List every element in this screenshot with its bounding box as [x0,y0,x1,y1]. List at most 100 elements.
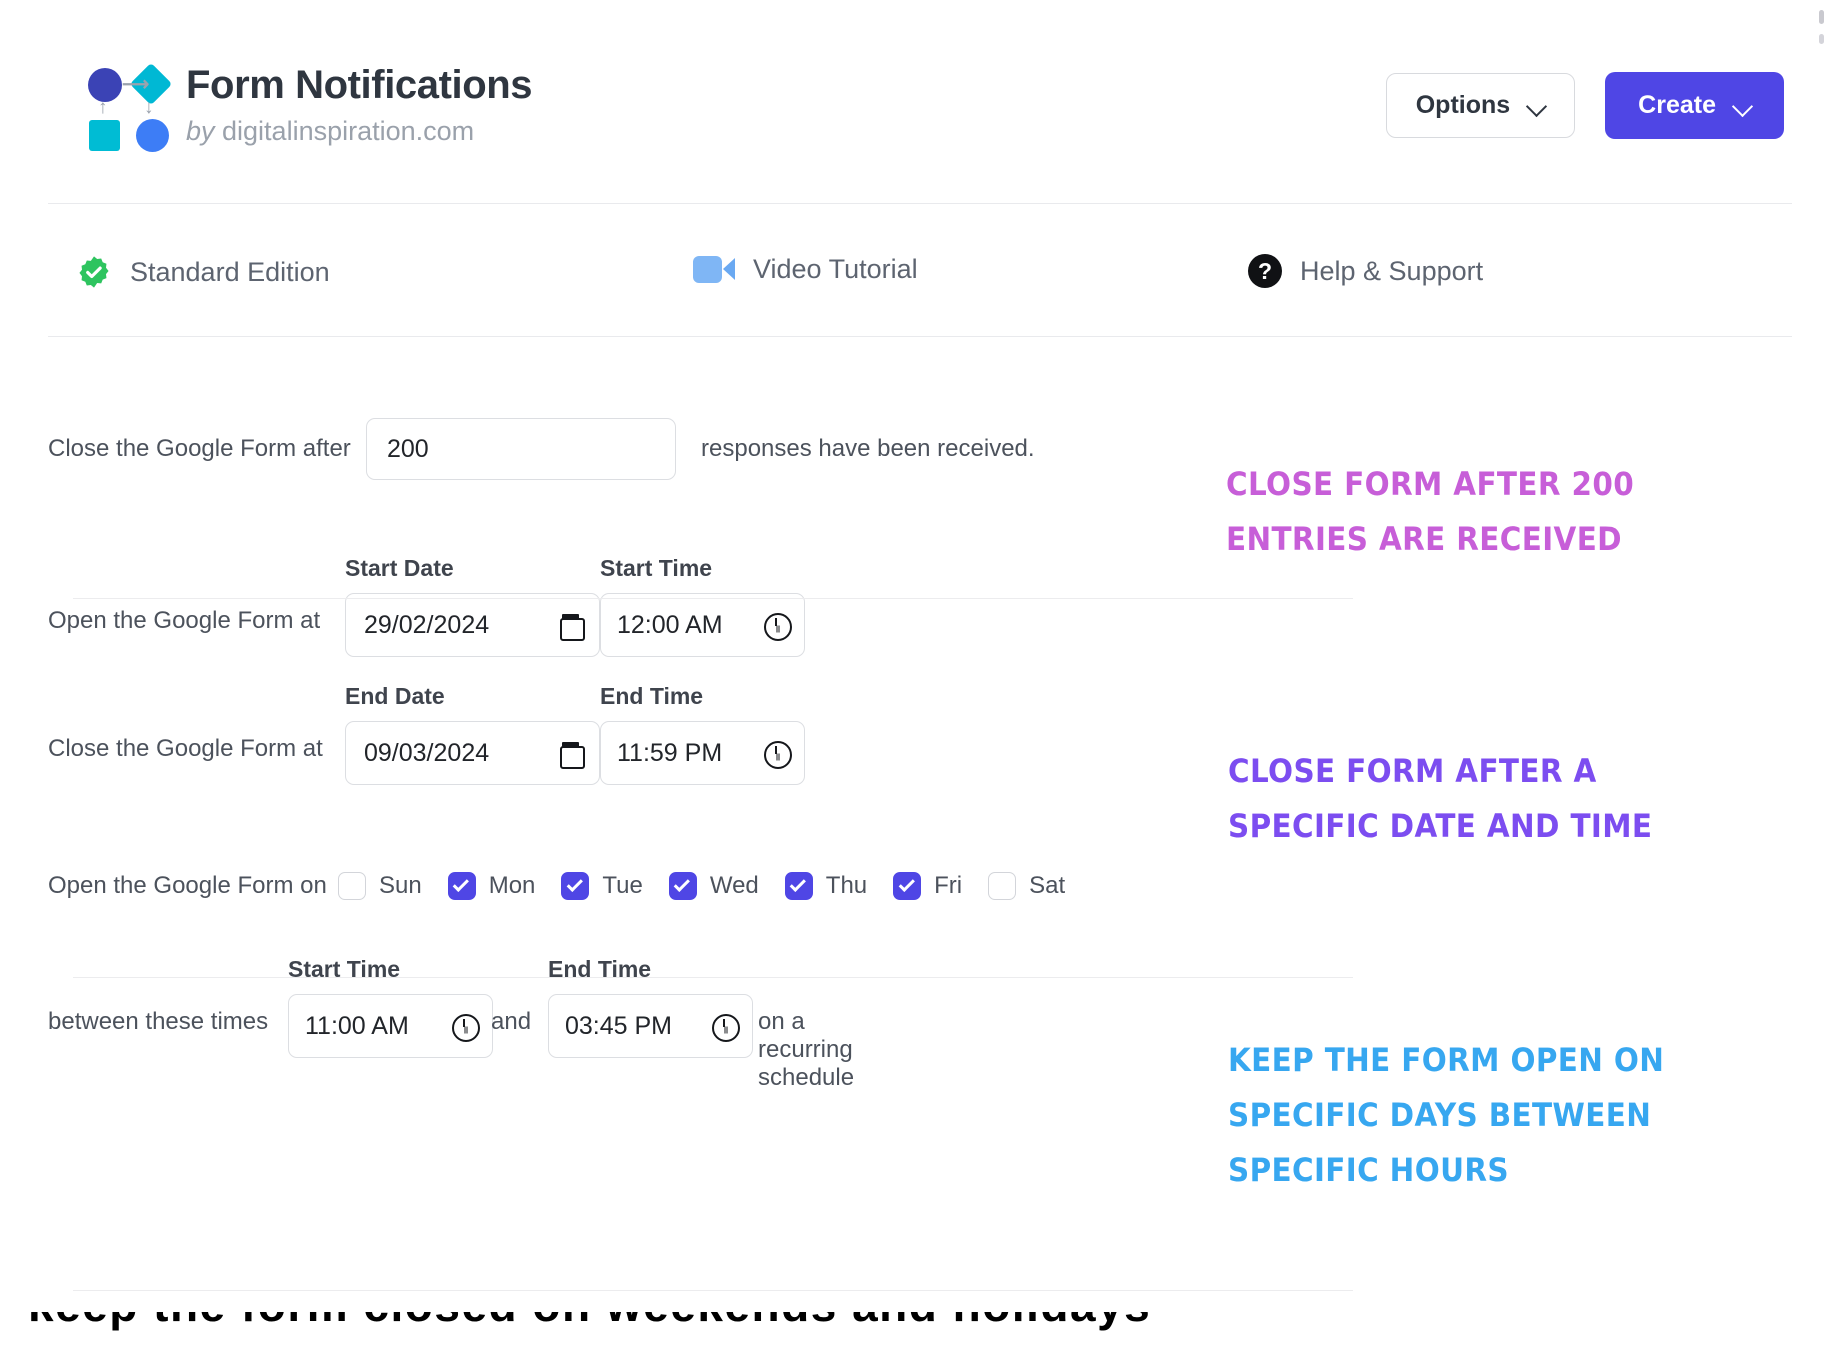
end-date-group: End Date 09/03/2024 [345,683,600,785]
section-divider-3 [73,1290,1353,1291]
recurring-start-label: Start Time [288,956,401,982]
end-date-input[interactable]: 09/03/2024 [345,721,600,785]
start-date-value: 29/02/2024 [364,610,490,639]
clock-icon[interactable] [712,1014,740,1042]
end-time-value: 11:59 PM [617,738,723,767]
recurring-end-value: 03:45 PM [565,1011,673,1040]
recurring-end-group: End Time 03:45 PM [548,956,753,1058]
brand-block: ⟶ ↑ ↓ Form Notifications by digitalinspi… [84,60,533,152]
clock-icon[interactable] [764,613,792,641]
response-limit-label-before: Close the Google Form after [48,435,351,462]
response-limit-row: Close the Google Form after 200 response… [48,418,1035,480]
section-divider-2 [73,977,1353,978]
open-at-label: Open the Google Form at [48,607,321,634]
weekday-sat-label: Sat [1029,872,1066,899]
weekday-fri[interactable]: Fri [893,872,962,900]
clock-icon[interactable] [452,1014,480,1042]
weekday-sat-checkbox[interactable] [988,872,1017,900]
start-time-input[interactable]: 12:00 AM [600,593,805,657]
start-date-label: Start Date [345,555,454,581]
arrow-up-icon: ↑ [98,97,108,118]
nav-item-standard-edition[interactable]: Standard Edition [76,254,330,290]
weekday-wed-checkbox[interactable] [668,872,697,900]
calendar-icon[interactable] [560,741,585,769]
end-date-label: End Date [345,683,445,709]
close-at-label: Close the Google Form at [48,735,323,762]
weekday-thu-checkbox[interactable] [784,872,813,900]
arrow-right-icon: ⟶ [122,74,150,95]
section-divider-1 [73,598,1353,599]
options-button-label: Options [1415,91,1511,119]
recurring-start-input[interactable]: 11:00 AM [288,994,493,1058]
recurring-conjunction: and [491,1008,532,1035]
byline-prefix: by [186,116,223,146]
logo-node-circle-blue [136,119,169,152]
create-button[interactable]: Create [1605,72,1784,139]
chevron-down-icon [1528,96,1547,115]
nav-item-label: Video Tutorial [753,254,918,284]
weekday-tue[interactable]: Tue [561,872,643,900]
weekday-wed[interactable]: Wed [668,872,759,900]
response-limit-input[interactable]: 200 [366,418,676,480]
question-mark-circle-icon: ? [1248,254,1282,288]
weekday-mon[interactable]: Mon [447,872,536,900]
weekday-tue-label: Tue [602,872,643,899]
nav-item-label: Standard Edition [130,256,330,287]
recurring-end-label: End Time [548,956,652,982]
end-time-label: End Time [600,683,704,709]
logo-node-square [89,120,120,151]
weekday-fri-label: Fri [934,872,963,899]
weekday-tue-checkbox[interactable] [561,872,590,900]
start-time-label: Start Time [600,555,713,581]
app-header: ⟶ ↑ ↓ Form Notifications by digitalinspi… [48,28,1792,178]
recurring-times-label: between these times [48,1008,269,1035]
arrow-down-icon: ↓ [144,97,154,118]
clipped-bottom-row: keep the form closed on weekends and hol… [0,1312,1826,1368]
recurring-tail-label: on a recurring schedule [758,1008,855,1091]
app-root: ⟶ ↑ ↓ Form Notifications by digitalinspi… [0,0,1826,1368]
annotation-response-limit: Close form after 200 entries are receive… [1226,465,1635,559]
nav-item-help-support[interactable]: ? Help & Support [1248,254,1483,288]
weekday-mon-label: Mon [488,872,536,899]
video-camera-icon [693,256,735,283]
recurring-start-value: 11:00 AM [305,1011,409,1040]
calendar-icon[interactable] [560,613,585,641]
start-date-input[interactable]: 29/02/2024 [345,593,600,657]
header-actions: Options Create [1385,72,1784,139]
weekday-thu[interactable]: Thu [784,872,868,900]
annotation-date-time: Close form after a specific date and tim… [1228,752,1653,846]
start-time-group: Start Time 12:00 AM [600,555,805,657]
weekday-sat[interactable]: Sat [988,872,1065,900]
video-camera-lens [723,258,735,280]
nav-item-label: Help & Support [1300,255,1484,286]
chevron-down-icon [1734,96,1753,115]
weekday-fri-checkbox[interactable] [893,872,922,900]
scrollbar-thumb[interactable] [1819,10,1824,24]
nav-item-video-tutorial[interactable]: Video Tutorial [693,254,918,285]
recurring-start-group: Start Time 11:00 AM [288,956,493,1058]
header-divider [48,203,1792,204]
create-button-label: Create [1638,91,1716,119]
response-limit-label-after: responses have been received. [701,435,1035,462]
weekday-wed-label: Wed [709,872,759,899]
end-time-group: End Time 11:59 PM [600,683,805,785]
weekday-thu-label: Thu [825,872,868,899]
scrollbar-track-mark[interactable] [1819,34,1824,44]
workflow-nodes-icon: ⟶ ↑ ↓ [84,62,173,152]
weekday-sun[interactable]: Sun [338,872,422,900]
recurring-end-input[interactable]: 03:45 PM [548,994,753,1058]
weekdays-label: Open the Google Form on [48,872,327,899]
options-button[interactable]: Options [1385,73,1576,138]
annotation-weekday-hours: Keep the form open on specific days betw… [1228,1041,1665,1190]
weekday-sun-label: Sun [379,872,422,899]
start-date-group: Start Date 29/02/2024 [345,555,600,657]
weekday-mon-checkbox[interactable] [447,872,476,900]
page-byline: by digitalinspiration.com [186,116,532,147]
weekday-sun-checkbox[interactable] [338,872,366,900]
clock-icon[interactable] [764,741,792,769]
verified-badge-icon [76,254,112,290]
start-time-value: 12:00 AM [617,610,723,639]
secondary-nav: Standard Edition Video Tutorial ? Help &… [48,236,1792,332]
weekdays-row: Open the Google Form on Sun Mon Tue Wed … [48,872,1091,900]
end-time-input[interactable]: 11:59 PM [600,721,805,785]
